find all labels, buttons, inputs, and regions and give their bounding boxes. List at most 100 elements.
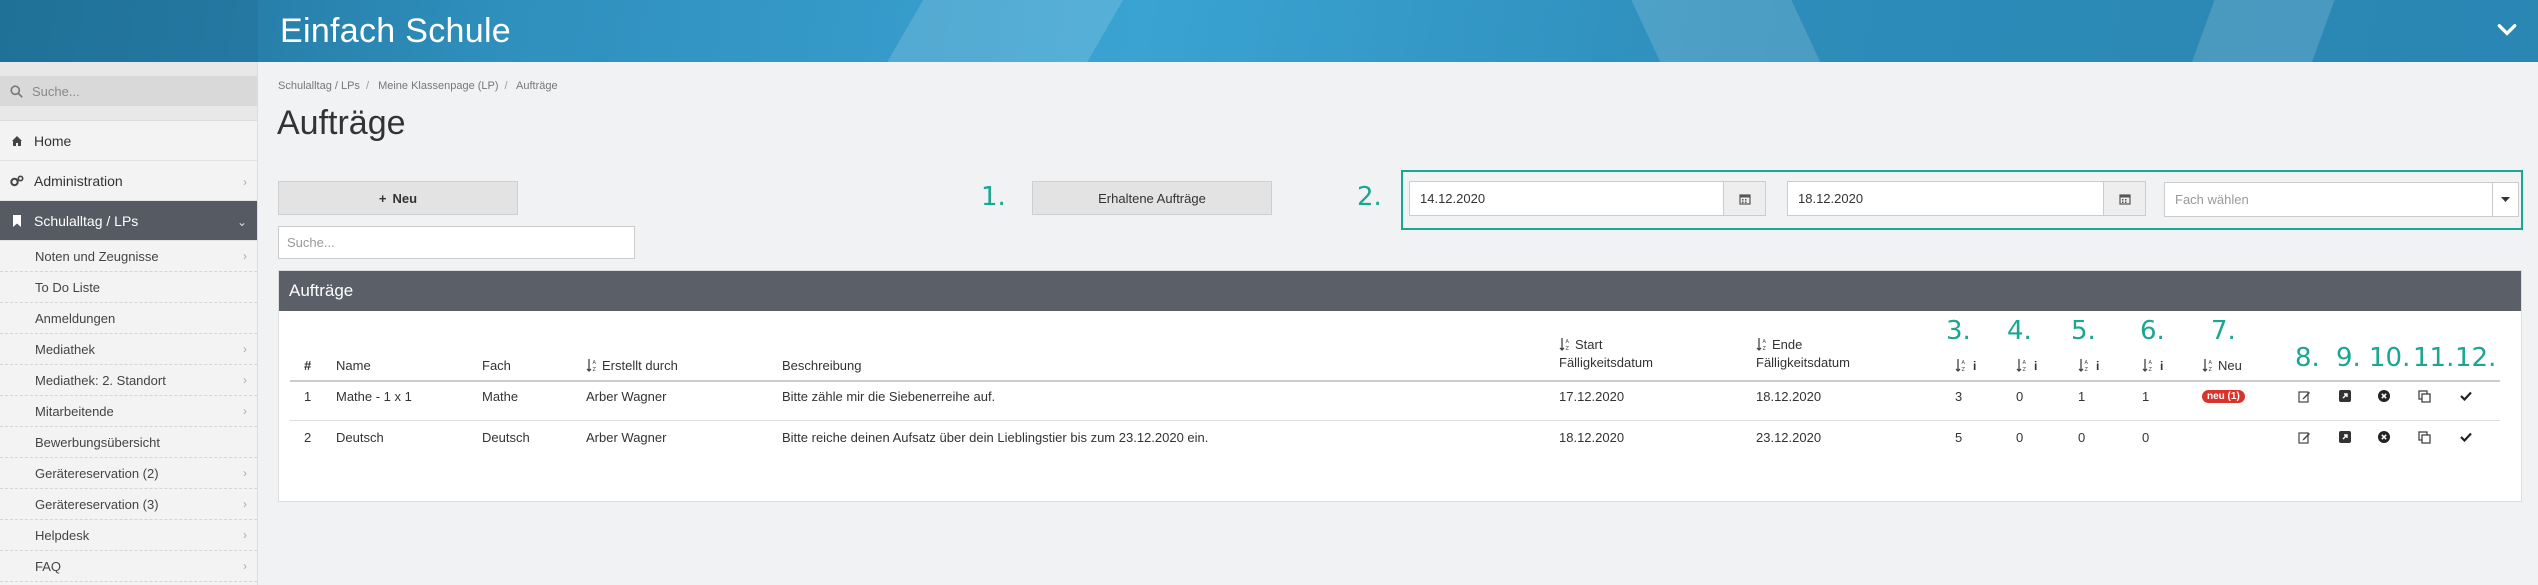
- orders-panel: Aufträge: [278, 270, 2522, 502]
- search-icon: [10, 84, 23, 98]
- header-start-date[interactable]: A Z Start Fälligkeitsdatum: [1559, 336, 1653, 372]
- chevron-right-icon: ›: [243, 559, 247, 573]
- sidebar-subitem-label: Gerätereservation (2): [35, 465, 159, 481]
- delete-icon[interactable]: [2377, 389, 2391, 403]
- info-icon: i: [2096, 359, 2100, 373]
- chevron-right-icon: ›: [243, 404, 247, 418]
- row-divider: [290, 420, 2500, 421]
- date-to-field[interactable]: 18.12.2020: [1787, 181, 2146, 216]
- sidebar-subitem-mediathek-2[interactable]: Mediathek: 2. Standort ›: [0, 365, 257, 396]
- header-created-by-label: Erstellt durch: [602, 358, 678, 373]
- annotation-marker: 9.: [2336, 343, 2361, 373]
- chevron-right-icon: ›: [243, 175, 247, 189]
- svg-text:Z: Z: [2023, 367, 2027, 372]
- sort-icon: AZ: [2078, 359, 2089, 372]
- calendar-icon[interactable]: [2103, 182, 2145, 215]
- sidebar-subitem-todo[interactable]: To Do Liste: [0, 272, 257, 303]
- sidebar-subitem-noten[interactable]: Noten und Zeugnisse ›: [0, 241, 257, 272]
- cell-name: Mathe - 1 x 1: [336, 389, 412, 404]
- annotation-marker: 7.: [2211, 316, 2236, 346]
- breadcrumb-item[interactable]: Schulalltag / LPs: [278, 80, 360, 92]
- edit-icon[interactable]: [2297, 430, 2311, 444]
- subject-select[interactable]: Fach wählen: [2164, 182, 2519, 217]
- panel-title: Aufträge: [279, 271, 2521, 311]
- header-name[interactable]: Name: [336, 357, 371, 375]
- sidebar-search-input[interactable]: Suche...: [0, 76, 257, 106]
- header-col6[interactable]: AZi: [2142, 357, 2163, 375]
- header-description[interactable]: Beschreibung: [782, 357, 862, 375]
- sidebar-subitem-anmeldungen[interactable]: Anmeldungen: [0, 303, 257, 334]
- sidebar-item-label: Schulalltag / LPs: [34, 212, 139, 229]
- cell-description: Bitte zähle mir die Siebenerreihe auf.: [782, 389, 996, 404]
- sidebar-subitem-geraete-3[interactable]: Gerätereservation (3) ›: [0, 489, 257, 520]
- received-orders-button[interactable]: Erhaltene Aufträge: [1032, 181, 1272, 215]
- cell-num: 1: [304, 389, 312, 404]
- sidebar-subitem-mitarbeitende[interactable]: Mitarbeitende ›: [0, 396, 257, 427]
- sidebar-subitem-label: To Do Liste: [35, 279, 101, 295]
- copy-icon[interactable]: [2417, 389, 2431, 403]
- chevron-down-icon[interactable]: [2496, 18, 2518, 40]
- external-link-icon[interactable]: [2338, 430, 2352, 444]
- cell-col3: 3: [1955, 389, 1963, 404]
- new-badge: neu (1): [2202, 390, 2245, 403]
- check-icon[interactable]: [2459, 389, 2473, 403]
- header-num: #: [304, 358, 312, 373]
- search-input[interactable]: [278, 226, 635, 259]
- delete-icon[interactable]: [2377, 430, 2391, 444]
- svg-text:A: A: [1962, 360, 1966, 366]
- chevron-right-icon: ›: [243, 466, 247, 480]
- date-from-field[interactable]: 14.12.2020: [1409, 181, 1766, 216]
- chevron-right-icon: ›: [243, 373, 247, 387]
- chevron-right-icon: ›: [243, 497, 247, 511]
- sidebar-subitem-faq[interactable]: FAQ ›: [0, 551, 257, 582]
- sidebar-subitem-geraete-2[interactable]: Gerätereservation (2) ›: [0, 458, 257, 489]
- sidebar-subitem-label: Mitarbeitende: [35, 403, 114, 419]
- cell-description: Bitte reiche deinen Aufsatz über dein Li…: [782, 430, 1209, 445]
- svg-text:Z: Z: [2085, 367, 2089, 372]
- edit-icon[interactable]: [2297, 389, 2311, 403]
- sort-icon: AZ: [1756, 338, 1767, 351]
- calendar-icon[interactable]: [1723, 182, 1765, 215]
- app-title: Einfach Schule: [280, 12, 512, 50]
- svg-text:Z: Z: [1763, 346, 1767, 351]
- header-new[interactable]: A Z Neu: [2202, 357, 2242, 375]
- annotation-marker: 3.: [1946, 316, 1971, 346]
- home-icon: [10, 134, 24, 148]
- check-icon[interactable]: [2459, 430, 2473, 444]
- header-created-by[interactable]: A Z Erstellt durch: [586, 357, 678, 375]
- cell-col6: 1: [2142, 389, 2150, 404]
- copy-icon[interactable]: [2417, 430, 2431, 444]
- annotation-marker: 2.: [1357, 182, 1382, 212]
- breadcrumb-item[interactable]: Meine Klassenpage (LP): [378, 80, 498, 92]
- sidebar-subitem-label: Mediathek: [35, 341, 95, 357]
- new-button[interactable]: + Neu: [278, 181, 518, 215]
- header-end-date[interactable]: A Z Ende Fälligkeitsdatum: [1756, 336, 1850, 372]
- external-link-icon[interactable]: [2338, 389, 2352, 403]
- sidebar-item-administration[interactable]: Administration ›: [0, 161, 257, 201]
- sidebar-subitem-label: Bewerbungsübersicht: [35, 434, 161, 450]
- sort-icon: AZ: [1559, 338, 1570, 351]
- sidebar-item-schulalltag[interactable]: Schulalltag / LPs ⌄: [0, 201, 257, 241]
- cell-col4: 0: [2016, 430, 2024, 445]
- header-col4[interactable]: AZi: [2016, 357, 2037, 375]
- sort-icon: AZ: [2016, 359, 2027, 372]
- header-col5[interactable]: AZ i: [2078, 357, 2099, 375]
- caret-down-icon: [2492, 183, 2518, 216]
- annotation-marker: 11.: [2413, 343, 2455, 373]
- sidebar-subitem-mediathek[interactable]: Mediathek ›: [0, 334, 257, 365]
- header-col3[interactable]: AZi: [1955, 357, 1976, 375]
- sidebar-search-placeholder: Suche...: [32, 83, 80, 99]
- gears-icon: [10, 174, 24, 188]
- sidebar-subitem-label: FAQ: [35, 558, 62, 574]
- sidebar-item-home[interactable]: Home: [0, 121, 257, 161]
- breadcrumb-item-current: Aufträge: [516, 80, 558, 92]
- cell-col3: 5: [1955, 430, 1963, 445]
- header-subject[interactable]: Fach: [482, 357, 511, 375]
- svg-text:Z: Z: [1962, 367, 1966, 372]
- sidebar-subitem-label: Gerätereservation (3): [35, 496, 159, 512]
- sidebar-subitem-helpdesk[interactable]: Helpdesk ›: [0, 520, 257, 551]
- svg-text:A: A: [593, 360, 597, 366]
- svg-text:Z: Z: [593, 367, 597, 372]
- info-icon: i: [2160, 359, 2164, 373]
- sidebar-subitem-bewerbungen[interactable]: Bewerbungsübersicht: [0, 427, 257, 458]
